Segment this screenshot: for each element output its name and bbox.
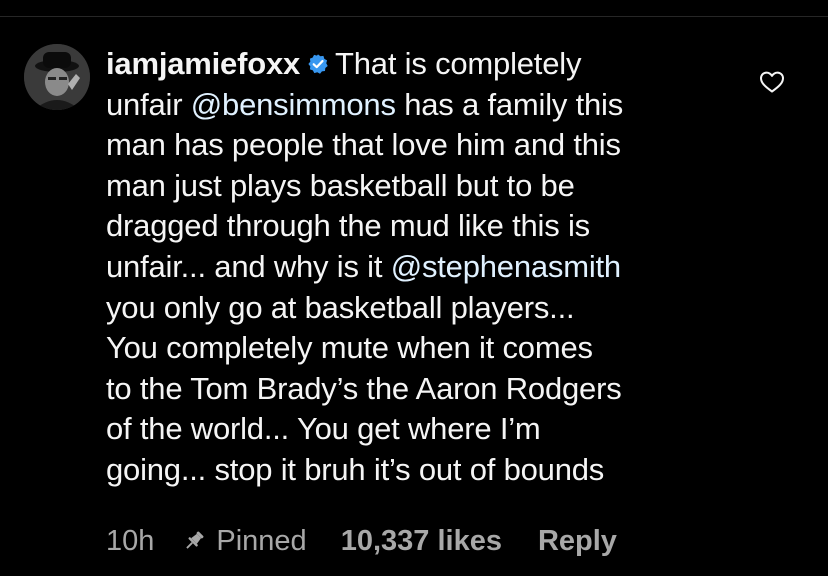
comment-line: dragged through the mud like this is [106,206,746,247]
comment-text: unfair [106,86,191,122]
comment-text: dragged through the mud like this is [106,208,590,244]
comment-text: unfair... and why is it [106,248,391,284]
reply-button[interactable]: Reply [538,525,617,558]
comment-body: iamjamiefoxx That is completely unfair @… [106,44,746,491]
mention-link[interactable]: @bensimmons [191,87,396,122]
timestamp: 10h [106,524,155,557]
comment-text: man just plays basketball but to be [106,167,575,203]
comment-line: iamjamiefoxx That is completely [106,44,746,85]
pin-icon [186,531,204,549]
mention-link[interactable]: @stephenasmith [391,249,621,284]
comment-text: going... stop it bruh it’s out of bounds [106,451,605,487]
comment-line: going... stop it bruh it’s out of bounds [106,450,746,491]
comment-text: has a family this [395,86,624,122]
comment-text: of the world... You get where I’m [106,411,541,447]
comment-line: you only go at basketball players... [106,288,746,329]
comment-text: to the Tom Brady’s the Aaron Rodgers [106,370,622,406]
comment-line: man just plays basketball but to be [106,166,746,207]
username-link[interactable]: iamjamiefoxx [106,46,300,81]
comment-text: you only go at basketball players... [106,289,575,325]
pinned-label: Pinned [216,524,307,557]
comment-meta-bar: 10h Pinned 10,337 likes Reply [106,522,617,560]
top-divider [0,0,828,17]
comment-line: You completely mute when it comes [106,328,746,369]
comment-line: to the Tom Brady’s the Aaron Rodgers [106,369,746,410]
comment-text: You completely mute when it comes [106,330,593,366]
comment-line: of the world... You get where I’m [106,409,746,450]
avatar[interactable] [24,44,90,110]
heart-outline-icon[interactable] [759,70,785,94]
comment-text: That is completely [335,46,582,81]
comment-line: unfair... and why is it @stephenasmith [106,247,746,288]
profile-photo [24,44,90,110]
comment-line: unfair @bensimmons has a family this [106,85,746,126]
verified-badge-icon [308,54,328,74]
likes-count-link[interactable]: 10,337 likes [341,525,502,558]
comment-text: man has people that love him and this [106,127,621,163]
comment-line: man has people that love him and this [106,125,746,166]
